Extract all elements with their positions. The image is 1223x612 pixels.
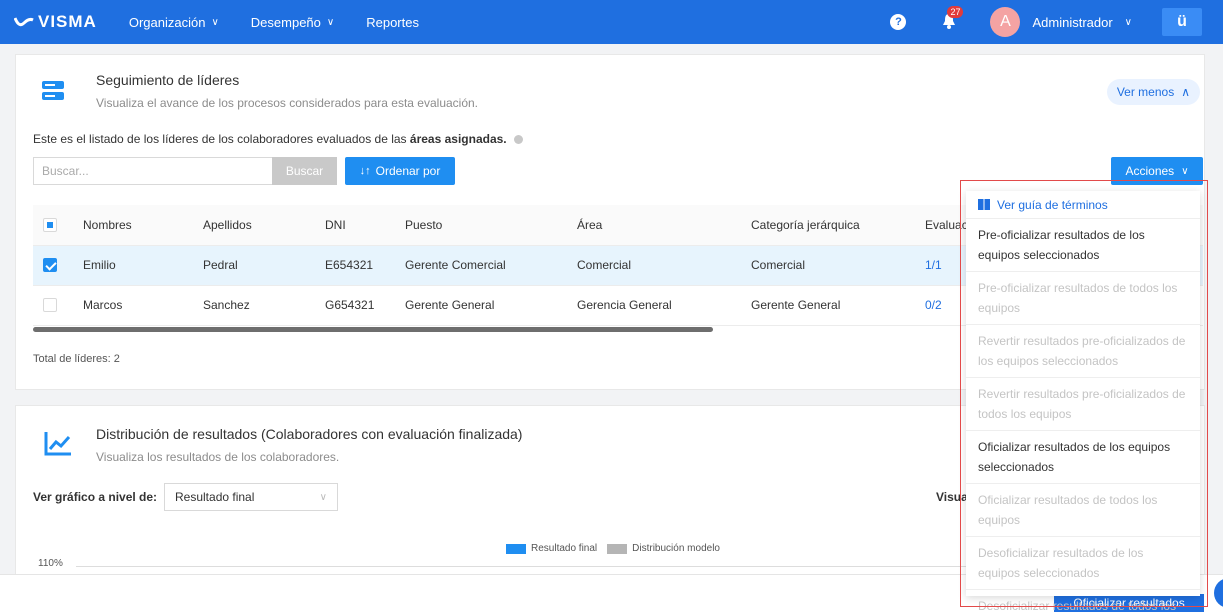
menu-item-oficializar-todos: Oficializar resultados de todos los equi… xyxy=(966,484,1200,537)
cell-categoria: Gerente General xyxy=(741,285,915,326)
visma-logo[interactable]: VISMA xyxy=(14,12,97,32)
horizontal-scrollbar[interactable] xyxy=(33,327,713,332)
cell-area: Gerencia General xyxy=(567,285,741,326)
cell-apellidos: Pedral xyxy=(193,245,315,286)
legend-item[interactable]: Distribución modelo xyxy=(607,543,720,554)
distribution-title-main: Distribución de resultados xyxy=(96,426,258,442)
description-bold: áreas asignadas. xyxy=(409,132,507,146)
column-header[interactable]: Categoría jerárquica xyxy=(741,205,915,246)
chart-level-select[interactable]: Resultado final ∨ xyxy=(164,483,338,511)
row-checkbox[interactable] xyxy=(43,258,57,273)
book-icon xyxy=(978,199,990,210)
search-input[interactable] xyxy=(33,157,273,185)
actions-button[interactable]: Acciones ∨ xyxy=(1111,157,1203,185)
chart-legend: Resultado final Distribución modelo xyxy=(506,543,730,554)
info-icon[interactable] xyxy=(513,135,523,144)
menu-item-revertir-seleccionados: Revertir resultados pre-oficializados de… xyxy=(966,325,1200,378)
cell-nombres: Emilio xyxy=(73,245,193,286)
visma-logo-icon xyxy=(14,17,34,27)
menu-item-desoficializar-seleccionados: Desoficializar resultados de los equipos… xyxy=(966,537,1200,590)
column-header[interactable]: Puesto xyxy=(395,205,567,246)
row-checkbox[interactable] xyxy=(43,298,57,313)
cell-apellidos: Sanchez xyxy=(193,285,315,326)
logo-text: VISMA xyxy=(38,12,97,31)
nav-item-label: Desempeño xyxy=(250,14,321,30)
menu-item-preoficializar-seleccionados[interactable]: Pre-oficializar resultados de los equipo… xyxy=(966,219,1200,272)
legend-label: Resultado final xyxy=(531,543,598,554)
cell-nombres: Marcos xyxy=(73,285,193,326)
nav-item-label: Organización xyxy=(128,14,206,30)
actions-label: Acciones xyxy=(1125,164,1175,178)
leaders-subtitle: Visualiza el avance de los procesos cons… xyxy=(96,96,479,110)
cell-puesto: Gerente Comercial xyxy=(395,245,567,286)
legend-swatch xyxy=(607,543,628,554)
cell-categoria: Comercial xyxy=(741,245,915,286)
menu-item-preoficializar-todos: Pre-oficializar resultados de todos los … xyxy=(966,272,1200,325)
search-button[interactable]: Buscar xyxy=(272,157,337,185)
user-name: Administrador xyxy=(1032,14,1113,30)
guide-link[interactable]: Ver guía de términos xyxy=(966,191,1200,219)
notifications-button[interactable]: 27 xyxy=(942,6,964,31)
leaders-title: Seguimiento de líderes xyxy=(96,72,240,88)
cell-puesto: Gerente General xyxy=(395,285,567,326)
chevron-down-icon: ∨ xyxy=(1181,165,1189,177)
chevron-down-icon: ∨ xyxy=(319,491,327,503)
menu-item-revertir-todos: Revertir resultados pre-oficializados de… xyxy=(966,378,1200,431)
actions-dropdown-menu: Ver guía de términos Pre-oficializar res… xyxy=(966,191,1200,612)
select-all-checkbox[interactable] xyxy=(43,218,57,233)
help-icon[interactable]: ? xyxy=(890,14,907,30)
nav-item-label: Reportes xyxy=(366,14,419,30)
sort-icon: ↓↑ xyxy=(359,165,371,177)
y-axis-tick: 110% xyxy=(38,558,63,569)
chevron-down-icon: ∨ xyxy=(1124,16,1132,28)
distribution-subtitle: Visualiza los resultados de los colabora… xyxy=(96,450,340,464)
menu-item-desoficializar-todos: Desoficializar resultados de todos los e… xyxy=(978,599,1177,612)
legend-label: Distribución modelo xyxy=(632,543,720,554)
description-text: Este es el listado de los líderes de los… xyxy=(33,132,410,146)
row-checkbox-cell[interactable] xyxy=(33,285,73,326)
order-by-button[interactable]: ↓↑ Ordenar por xyxy=(345,157,455,185)
cell-dni: G654321 xyxy=(315,285,395,326)
distribution-title-rest: (Colaboradores con evaluación finalizada… xyxy=(257,426,523,442)
distribution-title: Distribución de resultados (Colaboradore… xyxy=(96,426,522,442)
apps-button[interactable]: ü xyxy=(1162,8,1202,36)
line-chart-icon xyxy=(44,432,71,456)
legend-swatch xyxy=(506,543,526,554)
cell-dni: E654321 xyxy=(315,245,395,286)
nav-item-desempeno[interactable]: Desempeño ∨ xyxy=(251,15,334,30)
select-all-cell[interactable] xyxy=(33,205,73,246)
avatar[interactable]: A xyxy=(990,7,1021,37)
leaders-description: Este es el listado de los líderes de los… xyxy=(33,132,523,146)
user-menu[interactable]: Administrador ∨ xyxy=(1032,15,1132,30)
chart-level-label: Ver gráfico a nivel de: xyxy=(33,490,158,504)
nav-item-reportes[interactable]: Reportes xyxy=(366,15,419,30)
column-header[interactable]: DNI xyxy=(315,205,395,246)
chevron-up-icon: ∧ xyxy=(1181,85,1190,99)
column-header[interactable]: Área xyxy=(567,205,741,246)
guide-link-label: Ver guía de términos xyxy=(997,197,1108,212)
legend-item[interactable]: Resultado final xyxy=(506,543,597,554)
row-checkbox-cell[interactable] xyxy=(33,245,73,286)
menu-item-oficializar-seleccionados[interactable]: Oficializar resultados de los equipos se… xyxy=(966,431,1200,484)
total-leaders: Total de líderes: 2 xyxy=(33,353,120,365)
order-by-label: Ordenar por xyxy=(375,164,441,178)
cell-area: Comercial xyxy=(567,245,741,286)
server-icon xyxy=(42,81,64,100)
top-navbar: VISMA Organización ∨ Desempeño ∨ Reporte… xyxy=(0,0,1223,44)
chevron-down-icon: ∨ xyxy=(211,16,219,28)
column-header[interactable]: Nombres xyxy=(73,205,193,246)
ver-menos-button[interactable]: Ver menos ∧ xyxy=(1106,79,1200,105)
notification-count-badge: 27 xyxy=(947,6,964,18)
chevron-down-icon: ∨ xyxy=(326,16,335,28)
chart-level-value: Resultado final xyxy=(175,490,255,504)
nav-item-organizacion[interactable]: Organización ∨ xyxy=(129,15,219,30)
ver-menos-label: Ver menos xyxy=(1116,85,1175,99)
column-header[interactable]: Apellidos xyxy=(193,205,315,246)
